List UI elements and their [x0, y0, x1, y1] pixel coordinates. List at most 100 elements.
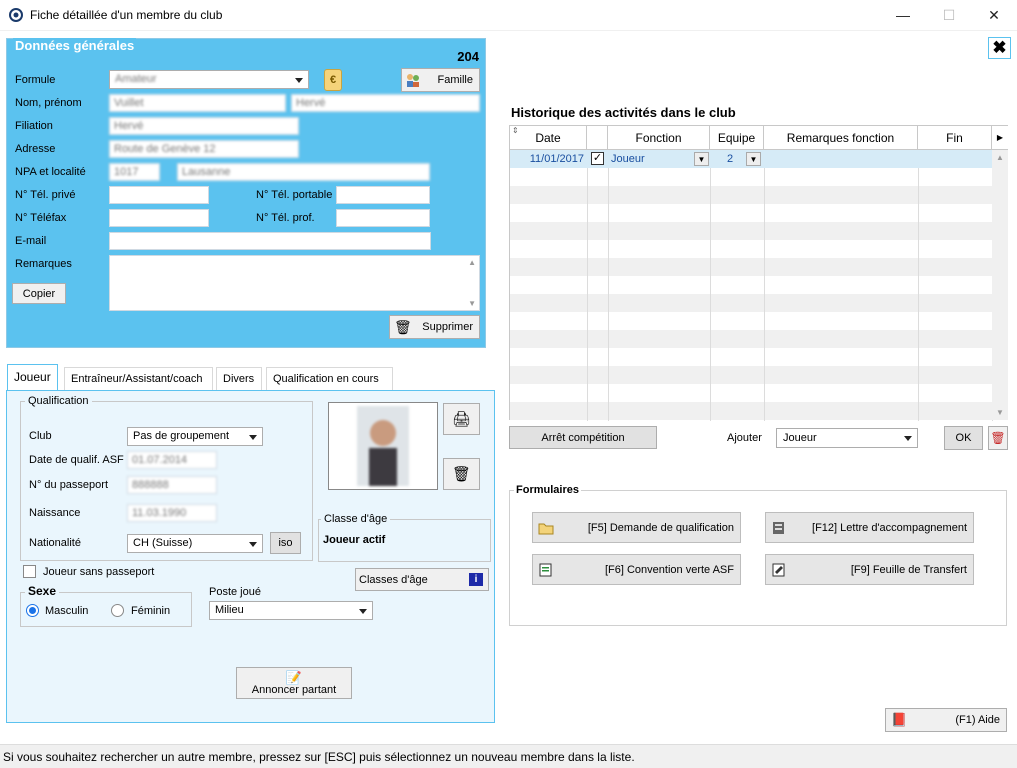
tel-prof-field[interactable] [336, 209, 430, 227]
supprimer-button[interactable]: 🗑 Supprimer [389, 315, 480, 339]
scroll-up-icon[interactable]: ▲ [468, 258, 476, 267]
history-grid: Date ⇕ Fonction Equipe Remarques fonctio… [509, 125, 1008, 421]
tel-prof-label: N° Tél. prof. [256, 212, 315, 224]
sort-icon: ⇕ [512, 126, 519, 135]
copier-button[interactable]: Copier [12, 283, 66, 304]
equipe-dropdown-icon[interactable]: ▼ [746, 152, 761, 166]
telefax-field[interactable] [109, 209, 209, 227]
nationalite-select[interactable]: CH (Suisse) [127, 534, 263, 553]
trash-icon: 🗑 [451, 466, 472, 483]
qualification-group: Qualification Club Pas de groupement Dat… [20, 395, 313, 561]
history-title: Historique des activités dans le club [511, 105, 736, 120]
passeport-field[interactable]: 888888 [127, 476, 217, 494]
remarques-label: Remarques [15, 258, 72, 270]
formule-select[interactable]: Amateur [109, 70, 309, 89]
date-qualif-field[interactable]: 01.07.2014 [127, 451, 217, 469]
col-remarques[interactable]: Remarques fonction [764, 126, 918, 150]
tel-prive-label: N° Tél. privé [15, 189, 76, 201]
scanner-icon: 🖨 [451, 411, 472, 428]
sans-passeport-checkbox[interactable] [23, 565, 36, 578]
col-date[interactable]: Date [510, 126, 587, 150]
col-fonction[interactable]: Fonction [608, 126, 710, 150]
history-scrollbar[interactable]: ▲ ▼ [992, 150, 1008, 420]
naissance-field[interactable]: 11.03.1990 [127, 504, 217, 522]
scroll-down-icon[interactable]: ▼ [468, 299, 476, 308]
status-bar: Si vous souhaitez rechercher un autre me… [0, 744, 1017, 768]
minimize-button[interactable]: — [880, 0, 926, 31]
telefax-label: N° Téléfax [15, 212, 67, 224]
scroll-down-icon[interactable]: ▼ [996, 408, 1004, 417]
classes-age-button[interactable]: Classes d'âge i [355, 568, 489, 591]
nationalite-label: Nationalité [29, 537, 81, 549]
prenom-field[interactable]: Hervé [291, 94, 480, 112]
help-button[interactable]: 📕 (F1) Aide [885, 708, 1007, 732]
famille-button[interactable]: Famille [401, 68, 480, 92]
ajouter-select[interactable]: Joueur [776, 428, 918, 448]
window-title: Fiche détaillée d'un membre du club [30, 8, 223, 22]
adresse-field[interactable]: Route de Genève 12 [109, 140, 299, 158]
folder-icon [538, 523, 554, 535]
qualification-title: Qualification [25, 395, 92, 407]
filiation-label: Filiation [15, 120, 53, 132]
ajouter-label: Ajouter [727, 432, 762, 444]
sans-passeport-label: Joueur sans passeport [43, 566, 155, 578]
feminin-label: Féminin [131, 605, 171, 617]
club-select[interactable]: Pas de groupement [127, 427, 263, 446]
row-date: 11/01/2017 [529, 153, 584, 165]
row-checkbox[interactable]: ✓ [591, 152, 604, 165]
tel-prive-field[interactable] [109, 186, 209, 204]
tab-joueur[interactable]: Joueur [7, 364, 58, 391]
tab-divers[interactable]: Divers [216, 367, 262, 390]
ok-button[interactable]: OK [944, 426, 983, 450]
joueur-tab-panel: Qualification Club Pas de groupement Dat… [6, 390, 495, 723]
tab-entraineur[interactable]: Entraîneur/Assistant/coach [64, 367, 213, 390]
form-close-button[interactable]: ✖ [988, 37, 1011, 59]
member-number: 204 [457, 49, 479, 64]
feminin-radio[interactable] [111, 604, 124, 617]
npa-field[interactable]: 1017 [109, 163, 160, 181]
filiation-field[interactable]: Hervé [109, 117, 299, 135]
scroll-up-icon[interactable]: ▲ [996, 153, 1004, 162]
table-row[interactable]: 11/01/2017 ✓ Joueur ▼ 2 ▼ [510, 150, 992, 168]
photo-delete-button[interactable]: 🗑 [443, 458, 480, 490]
email-field[interactable] [109, 232, 431, 250]
col-check[interactable] [587, 126, 608, 150]
lettre-accompagnement-button[interactable]: [F12] Lettre d'accompagnement [765, 512, 974, 543]
annoncer-partant-button[interactable]: 📝 Annoncer partant [236, 667, 352, 699]
tel-portable-field[interactable] [336, 186, 430, 204]
classe-age-value: Joueur actif [323, 534, 386, 546]
col-equipe[interactable]: Equipe [710, 126, 764, 150]
formulaires-title: Formulaires [514, 484, 581, 496]
masculin-label: Masculin [45, 605, 89, 617]
nom-field[interactable]: Vuillet [109, 94, 286, 112]
poste-label: Poste joué [209, 586, 261, 598]
classe-age-title: Classe d'âge [321, 513, 391, 525]
localite-field[interactable]: Lausanne [177, 163, 430, 181]
maximize-button[interactable]: ☐ [926, 0, 972, 31]
form-sign-icon: 📝 [285, 669, 303, 685]
photo-scan-button[interactable]: 🖨 [443, 403, 480, 435]
iso-button[interactable]: iso [270, 532, 301, 554]
close-icon: ✖ [992, 38, 1007, 57]
masculin-radio[interactable] [26, 604, 39, 617]
euro-icon[interactable]: € [324, 69, 342, 91]
demande-qualification-button[interactable]: [F5] Demande de qualification [532, 512, 741, 543]
row-fonction: Joueur [611, 153, 645, 165]
window-close-button[interactable]: ✕ [971, 0, 1017, 31]
delete-activity-button[interactable]: 🗑 [988, 426, 1008, 450]
remarques-textarea[interactable]: ▲ ▼ [109, 255, 480, 311]
club-label: Club [29, 430, 52, 442]
convention-verte-button[interactable]: [F6] Convention verte ASF [532, 554, 741, 585]
info-icon: i [469, 573, 483, 586]
row-equipe: 2 [727, 153, 734, 165]
help-book-icon: 📕 [891, 712, 908, 727]
tab-qualification[interactable]: Qualification en cours [266, 367, 393, 390]
formulaires-group: Formulaires [F5] Demande de qualificatio… [509, 484, 1007, 626]
poste-select[interactable]: Milieu [209, 601, 373, 620]
fonction-dropdown-icon[interactable]: ▼ [694, 152, 709, 166]
col-fin[interactable]: Fin [918, 126, 992, 150]
feuille-transfert-button[interactable]: [F9] Feuille de Transfert [765, 554, 974, 585]
arret-competition-button[interactable]: Arrêt compétition [509, 426, 657, 449]
scroll-right-icon[interactable]: ▶ [992, 126, 1008, 150]
general-data-title: Données générales [13, 38, 137, 53]
